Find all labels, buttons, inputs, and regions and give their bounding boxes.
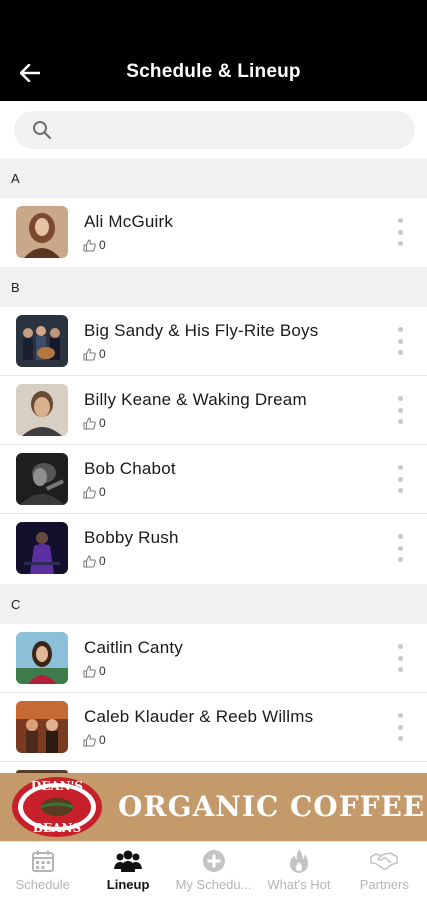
section-letter: A [11,171,20,186]
artist-row[interactable]: Caitlin Canty 0 [0,624,427,693]
app-bar: Schedule & Lineup [0,44,427,101]
artist-photo [16,632,68,684]
handshake-icon [370,852,399,870]
section-letter: B [11,280,20,295]
artist-name: Big Sandy & His Fly-Rite Boys [84,321,319,340]
artist-row-partial [0,762,427,773]
flame-icon [289,849,308,873]
search-input[interactable] [62,111,402,149]
bottom-tab-bar: Schedule Lineup My Schedu... What's Hot … [0,841,427,900]
like-count-value: 0 [99,664,106,678]
thumbs-up-icon [83,416,96,429]
thumbs-up-icon [83,347,96,360]
artist-row[interactable]: Big Sandy & His Fly-Rite Boys 0 [0,307,427,376]
page-title: Schedule & Lineup [126,61,301,82]
section-header: A [0,158,427,198]
thumbs-up-icon [83,733,96,746]
thumbs-up-icon [83,664,96,677]
like-count-value: 0 [99,347,106,361]
more-options-button[interactable] [395,327,405,355]
artist-name: Bobby Rush [84,528,179,547]
section-header: B [0,267,427,307]
tab-whats-hot[interactable]: What's Hot [256,842,341,900]
sponsor-banner[interactable]: DEAN'S BEANS ORGANIC COFFEE [0,773,427,841]
section-header: C [0,584,427,624]
like-count[interactable]: 0 [83,554,106,568]
tab-label: Partners [359,877,409,892]
tab-label: What's Hot [267,877,331,892]
artist-name: Caitlin Canty [84,638,183,657]
like-count[interactable]: 0 [83,347,106,361]
more-options-button[interactable] [395,465,405,493]
artist-row[interactable]: Ali McGuirk 0 [0,198,427,267]
tab-partners[interactable]: Partners [342,842,427,900]
like-count[interactable]: 0 [83,485,106,499]
more-options-button[interactable] [395,713,405,741]
tab-label: Schedule [15,877,70,892]
tab-my-schedule[interactable]: My Schedu... [171,842,256,900]
tab-schedule[interactable]: Schedule [0,842,85,900]
tab-label: My Schedu... [175,877,252,892]
tab-lineup[interactable]: Lineup [85,842,170,900]
search-icon [33,121,52,140]
artist-name: Billy Keane & Waking Dream [84,390,307,409]
search-bar [0,101,427,158]
artist-photo [16,315,68,367]
logo-text-bottom: BEANS [33,821,81,835]
like-count-value: 0 [99,485,106,499]
artist-name: Ali McGuirk [84,212,174,231]
artist-row[interactable]: Billy Keane & Waking Dream 0 [0,376,427,445]
artist-name: Bob Chabot [84,459,176,478]
artist-name: Caleb Klauder & Reeb Willms [84,707,314,726]
thumbs-up-icon [83,238,96,251]
more-options-button[interactable] [395,218,405,246]
plus-circle-icon [202,850,225,872]
banner-text: ORGANIC COFFEE [118,790,426,823]
tab-label: Lineup [106,877,150,892]
deans-beans-logo: DEAN'S BEANS [12,777,102,837]
artist-row[interactable]: Caleb Klauder & Reeb Willms 0 [0,693,427,762]
artist-row[interactable]: Bob Chabot 0 [0,445,427,514]
search-field[interactable] [14,111,415,149]
section-letter: C [11,597,21,612]
like-count[interactable]: 0 [83,733,106,747]
artist-photo [16,453,68,505]
thumbs-up-icon [83,554,96,567]
logo-text-top: DEAN'S [31,779,83,793]
artist-photo [16,522,68,574]
like-count[interactable]: 0 [83,416,106,430]
more-options-button[interactable] [395,644,405,672]
like-count[interactable]: 0 [83,238,106,252]
like-count-value: 0 [99,416,106,430]
status-bar [0,0,427,44]
calendar-icon [31,850,54,872]
artist-photo [16,384,68,436]
like-count-value: 0 [99,733,106,747]
like-count-value: 0 [99,554,106,568]
artist-row[interactable]: Bobby Rush 0 [0,514,427,583]
artist-photo [16,701,68,753]
more-options-button[interactable] [395,396,405,424]
people-icon [114,850,143,872]
like-count-value: 0 [99,238,106,252]
thumbs-up-icon [83,485,96,498]
more-options-button[interactable] [395,534,405,562]
like-count[interactable]: 0 [83,664,106,678]
artist-photo [16,206,68,258]
